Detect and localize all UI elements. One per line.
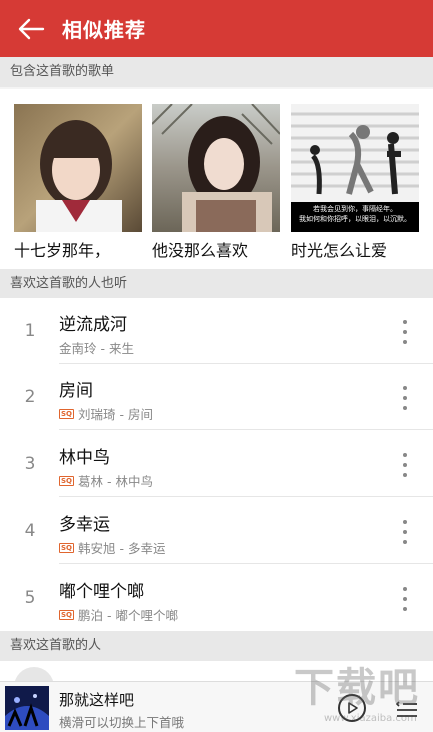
sq-badge: SQ xyxy=(59,542,74,553)
divider xyxy=(59,496,433,497)
arrow-left-icon xyxy=(18,18,45,39)
song-index: 2 xyxy=(24,387,36,407)
song-artist-album: 金南玲 - 来生 xyxy=(59,341,134,356)
more-options-icon[interactable] xyxy=(397,587,413,611)
song-row[interactable]: 1 逆流成河 金南玲 - 来生 xyxy=(0,298,433,364)
playlist-caption: 他没那么喜欢 xyxy=(152,241,249,260)
more-options-icon[interactable] xyxy=(397,520,413,544)
more-options-icon[interactable] xyxy=(397,453,413,477)
swipe-hint: 横滑可以切换上下首哦 xyxy=(59,715,185,730)
song-index: 3 xyxy=(24,454,36,474)
playlist-caption: 十七岁那年， xyxy=(14,241,111,260)
playlist-icon xyxy=(395,701,417,717)
sq-badge: SQ xyxy=(59,475,74,486)
playlist-card[interactable]: 若我会见到你，事隔经年。 我如何和你招呼，以眼泪，以沉默。 时光怎么让爱 xyxy=(291,104,419,261)
section-header-also-listen: 喜欢这首歌的人也听 xyxy=(0,269,433,298)
song-artist-album: SQ 刘瑞琦 - 房间 xyxy=(59,407,153,422)
song-row[interactable]: 5 嘟个哩个啷 SQ 鹏泊 - 嘟个哩个啷 xyxy=(0,565,433,631)
song-list: 1 逆流成河 金南玲 - 来生 2 房间 SQ 刘瑞琦 - 房间 3 林中鸟 SQ… xyxy=(0,298,433,631)
playlist-cover: 若我会见到你，事隔经年。 我如何和你招呼，以眼泪，以沉默。 xyxy=(291,104,419,232)
listeners-list xyxy=(0,661,433,707)
song-row[interactable]: 2 房间 SQ 刘瑞琦 - 房间 xyxy=(0,364,433,430)
divider xyxy=(59,429,433,430)
section-header-listeners: 喜欢这首歌的人 xyxy=(0,631,433,661)
playlist-carousel: 十七岁那年， 他没那么喜欢 若我会见到你，事隔经年。 我如何和你招呼，以眼泪，以… xyxy=(0,89,433,269)
sq-badge: SQ xyxy=(59,408,74,419)
play-button[interactable] xyxy=(338,694,366,722)
playlist-card[interactable]: 十七岁那年， xyxy=(14,104,142,261)
playlist-caption: 时光怎么让爱 xyxy=(291,241,388,260)
song-index: 5 xyxy=(24,588,36,608)
playlist-cover-quote: 若我会见到你，事隔经年。 我如何和你招呼，以眼泪，以沉默。 xyxy=(299,205,411,223)
song-row[interactable]: 3 林中鸟 SQ 葛林 - 林中鸟 xyxy=(0,431,433,497)
mini-player-bar[interactable]: 那就这样吧 横滑可以切换上下首哦 xyxy=(0,681,433,732)
song-index: 1 xyxy=(24,321,36,341)
section-header-playlists: 包含这首歌的歌单 xyxy=(0,57,433,87)
song-title: 嘟个哩个啷 xyxy=(59,582,144,602)
top-bar: 相似推荐 xyxy=(0,0,433,57)
song-title: 房间 xyxy=(59,381,93,401)
song-index: 4 xyxy=(24,521,36,541)
back-button[interactable] xyxy=(0,0,62,57)
song-title: 林中鸟 xyxy=(59,448,110,468)
more-options-icon[interactable] xyxy=(397,320,413,344)
song-artist-album: SQ 鹏泊 - 嘟个哩个啷 xyxy=(59,608,178,623)
now-playing-cover[interactable] xyxy=(5,686,49,730)
divider xyxy=(59,563,433,564)
more-options-icon[interactable] xyxy=(397,386,413,410)
play-icon xyxy=(348,702,358,714)
page-title: 相似推荐 xyxy=(62,18,146,42)
song-row[interactable]: 4 多幸运 SQ 韩安旭 - 多幸运 xyxy=(0,498,433,564)
now-playing-title: 那就这样吧 xyxy=(59,691,135,709)
song-title: 多幸运 xyxy=(59,515,110,535)
sq-badge: SQ xyxy=(59,609,74,620)
song-title: 逆流成河 xyxy=(59,315,127,335)
playlist-card[interactable]: 他没那么喜欢 xyxy=(152,104,280,261)
song-artist-album: SQ 韩安旭 - 多幸运 xyxy=(59,541,166,556)
playlist-cover xyxy=(14,104,142,232)
playlist-button[interactable] xyxy=(393,696,419,720)
song-artist-album: SQ 葛林 - 林中鸟 xyxy=(59,474,153,489)
playlist-cover xyxy=(152,104,280,232)
